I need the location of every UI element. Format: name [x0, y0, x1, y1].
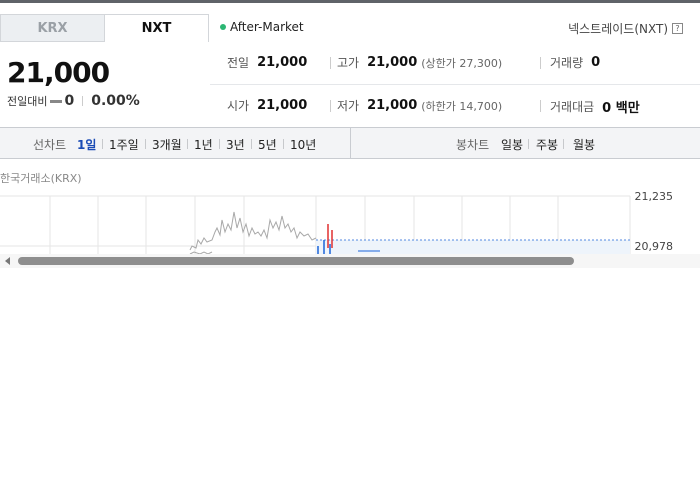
- period-3m[interactable]: 3개월: [152, 136, 182, 153]
- scroll-thumb[interactable]: [18, 257, 574, 265]
- quote-info-grid: 전일 21,000 고가 21,000 (상한가 27,300) 거래량 0 시…: [210, 42, 700, 128]
- session-label: After-Market: [230, 20, 304, 34]
- tab-krx[interactable]: KRX: [0, 14, 105, 42]
- y-axis-top: 21,235: [634, 190, 674, 203]
- volume: 거래량 0: [550, 54, 600, 71]
- volume-value: 0: [591, 55, 601, 70]
- current-price: 21,000: [7, 56, 110, 89]
- high-value: 21,000: [367, 55, 418, 70]
- top-border: [0, 0, 700, 3]
- price-line: [189, 211, 317, 251]
- prev-close: 전일 21,000: [227, 54, 307, 71]
- session-status: After-Market: [220, 20, 304, 34]
- candle-chart-label: 봉차트: [456, 138, 490, 152]
- candle-weekly[interactable]: 주봉: [536, 136, 558, 153]
- period-1y[interactable]: 1년: [194, 136, 213, 153]
- divider: [82, 96, 84, 106]
- row-divider: [210, 84, 700, 85]
- prev-close-value: 21,000: [257, 55, 308, 70]
- section-divider: [350, 128, 351, 158]
- divider: [330, 100, 331, 112]
- divider: [251, 139, 252, 149]
- period-1d[interactable]: 1일: [77, 136, 96, 153]
- period-3y[interactable]: 3년: [226, 136, 245, 153]
- low-value: 21,000: [367, 98, 418, 113]
- turnover-label: 거래대금: [550, 100, 595, 114]
- exchange-label: 넥스트레이드(NXT): [568, 22, 668, 36]
- upper-limit: (상한가 27,300): [421, 56, 503, 70]
- help-icon[interactable]: ?: [672, 23, 683, 34]
- prev-close-label: 전일: [227, 56, 250, 70]
- market-label: 한국거래소(KRX): [0, 172, 82, 185]
- divider: [330, 57, 331, 69]
- exchange-info[interactable]: 넥스트레이드(NXT) ?: [568, 20, 683, 37]
- change-value: 0: [64, 93, 75, 109]
- horizontal-scrollbar[interactable]: [0, 254, 700, 268]
- chart-options-bar: 선차트 1일 1주일 3개월 1년 3년 5년 10년 봉차트 일봉 주봉 월봉: [0, 127, 700, 159]
- y-axis-bottom: 20,978: [634, 240, 674, 253]
- day-high: 고가 21,000 (상한가 27,300): [337, 54, 502, 71]
- divider: [102, 139, 103, 149]
- period-1w[interactable]: 1주일: [109, 136, 139, 153]
- candle-daily[interactable]: 일봉: [501, 136, 523, 153]
- divider: [187, 139, 188, 149]
- status-dot-icon: [220, 24, 226, 30]
- candle-monthly[interactable]: 월봉: [573, 136, 595, 153]
- tab-nxt[interactable]: NXT: [104, 14, 209, 42]
- turnover-value: 0 백만: [602, 101, 640, 116]
- turnover: 거래대금 0 백만: [550, 97, 640, 116]
- divider: [563, 139, 564, 149]
- divider: [540, 57, 541, 69]
- open-value: 21,000: [257, 98, 308, 113]
- volume-label: 거래량: [550, 56, 584, 70]
- divider: [283, 139, 284, 149]
- divider: [528, 139, 529, 149]
- line-chart-label: 선차트: [33, 138, 67, 152]
- high-label: 고가: [337, 56, 360, 70]
- price-change: 전일대비 0 0.00%: [7, 93, 140, 109]
- change-label: 전일대비: [7, 95, 48, 108]
- divider: [540, 100, 541, 112]
- open-price: 시가 21,000: [227, 97, 307, 114]
- flat-change-icon: [50, 99, 63, 103]
- chart-svg: [0, 195, 631, 256]
- period-10y[interactable]: 10년: [290, 136, 316, 153]
- price-chart: 21,235 20,978: [0, 188, 700, 256]
- tab-nxt-label: NXT: [141, 21, 172, 36]
- open-label: 시가: [227, 99, 250, 113]
- period-5y[interactable]: 5년: [258, 136, 277, 153]
- scroll-left-arrow-icon[interactable]: [5, 257, 10, 265]
- divider: [145, 139, 146, 149]
- tab-krx-label: KRX: [37, 20, 68, 36]
- change-percent: 0.00%: [91, 93, 140, 109]
- lower-limit: (하한가 14,700): [421, 99, 503, 113]
- divider: [219, 139, 220, 149]
- low-label: 저가: [337, 99, 360, 113]
- day-low: 저가 21,000 (하한가 14,700): [337, 97, 502, 114]
